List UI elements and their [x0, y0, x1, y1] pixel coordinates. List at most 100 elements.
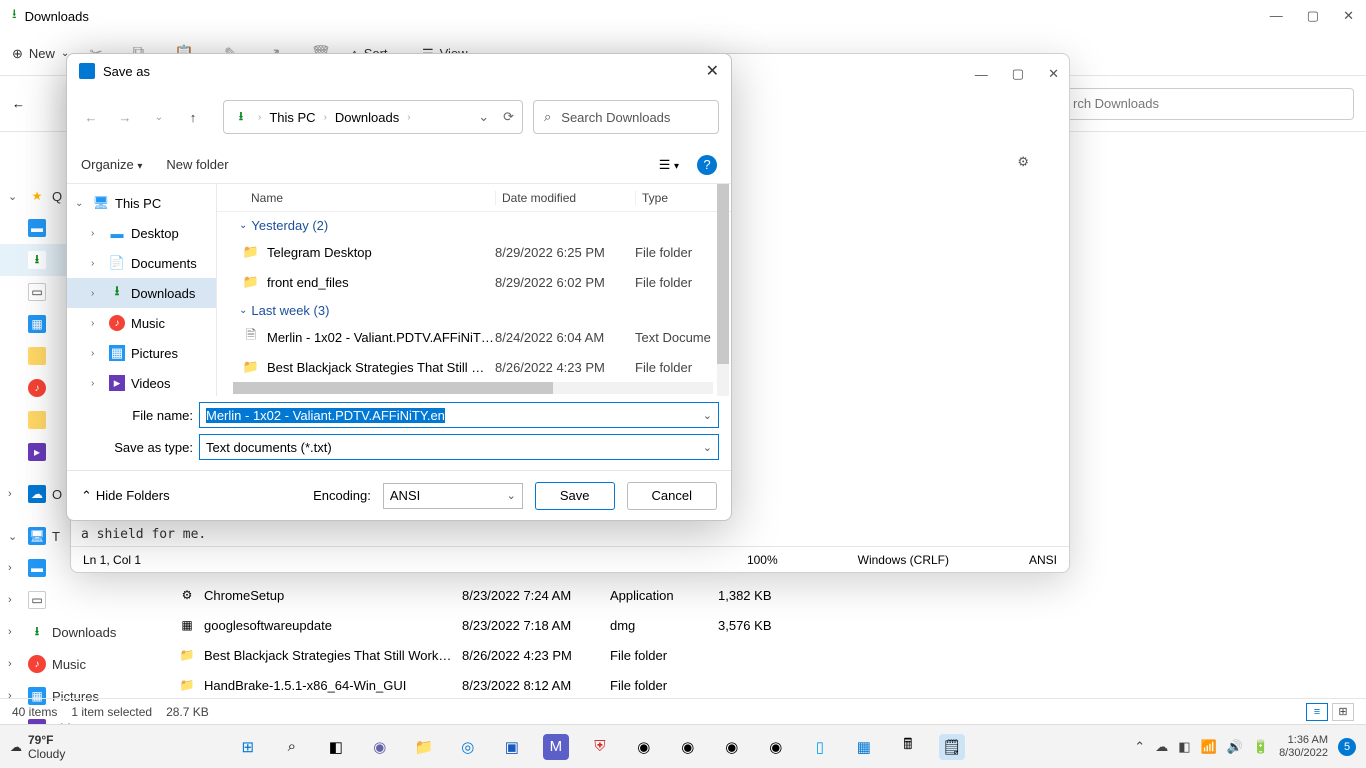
list-item[interactable]: 📁Telegram Desktop8/29/2022 6:25 PMFile f…	[217, 237, 731, 267]
wifi-icon[interactable]: 📶	[1201, 739, 1217, 755]
hide-folders-button[interactable]: ⌃ Hide Folders	[81, 488, 170, 504]
maximize-icon[interactable]: ▢	[1307, 8, 1319, 24]
organize-button[interactable]: Organize ▾	[81, 157, 142, 172]
folder-icon: 📁	[241, 274, 261, 290]
col-type[interactable]: Type	[635, 191, 715, 205]
dialog-tree: ⌄🖥This PC ›▬Desktop ›📄Documents ›⭳Downlo…	[67, 184, 217, 396]
notepad-icon[interactable]: 🗒	[939, 734, 965, 760]
line-ending: Windows (CRLF)	[858, 553, 949, 567]
chrome-icon[interactable]: ◉	[719, 734, 745, 760]
close-icon[interactable]: ✕	[706, 61, 719, 81]
encoding-label: Encoding:	[313, 488, 371, 503]
chevron-down-icon[interactable]: ⌄	[147, 112, 171, 123]
sidebar-item-music[interactable]: ›♪Music	[0, 648, 160, 680]
cloud-icon: ☁	[10, 740, 22, 754]
tree-thispc[interactable]: ⌄🖥This PC	[67, 188, 216, 218]
save-button[interactable]: Save	[535, 482, 615, 510]
battery-icon[interactable]: 🔋	[1253, 739, 1269, 755]
explorer-file-list: ⚙ChromeSetup8/23/2022 7:24 AMApplication…	[170, 580, 1366, 700]
minimize-icon[interactable]: —	[975, 67, 988, 82]
col-date[interactable]: Date modified	[495, 191, 635, 205]
calculator-icon[interactable]: 🖩	[895, 734, 921, 760]
new-button[interactable]: ⊕ New ⌄	[12, 46, 69, 62]
close-icon[interactable]: ✕	[1343, 8, 1354, 24]
breadcrumb-thispc[interactable]: This PC	[269, 110, 315, 125]
sidebar-item-downloads[interactable]: ›⭳Downloads	[0, 616, 160, 648]
meet-icon[interactable]: ◧	[1178, 739, 1190, 755]
tree-pictures[interactable]: ›▦Pictures	[67, 338, 216, 368]
group-header[interactable]: ⌄Last week (3)	[217, 297, 731, 322]
explorer-icon[interactable]: 📁	[411, 734, 437, 760]
notepad-text[interactable]: a shield for me.	[81, 527, 206, 542]
minimize-icon[interactable]: —	[1270, 8, 1283, 24]
volume-icon[interactable]: 🔊	[1227, 739, 1243, 755]
help-icon[interactable]: ?	[697, 155, 717, 175]
chrome-icon[interactable]: ◉	[675, 734, 701, 760]
maximize-icon[interactable]: ▢	[1012, 66, 1024, 82]
file-row[interactable]: 📁HandBrake-1.5.1-x86_64-Win_GUI8/23/2022…	[170, 670, 1366, 700]
settings-icon[interactable]: ⚙	[1017, 154, 1029, 170]
list-item[interactable]: 🗎Merlin - 1x02 - Valiant.PDTV.AFFiNiTY.e…	[217, 322, 731, 352]
taskbar: ☁ 79°F Cloudy ⊞ ⌕ ◧ ◉ 📁 ◎ ▣ M ⛨ ◉ ◉ ◉ ◉ …	[0, 724, 1366, 768]
details-view-icon[interactable]: ≡	[1306, 703, 1328, 721]
new-folder-button[interactable]: New folder	[166, 157, 228, 172]
tree-desktop[interactable]: ›▬Desktop	[67, 218, 216, 248]
horizontal-scrollbar[interactable]	[233, 382, 713, 394]
back-icon[interactable]: ←	[12, 96, 25, 111]
app-icon[interactable]: ▦	[851, 734, 877, 760]
clock[interactable]: 1:36 AM 8/30/2022	[1279, 734, 1328, 760]
mcafee-icon[interactable]: ⛨	[587, 734, 613, 760]
chevron-down-icon: ▾	[137, 161, 142, 172]
list-item[interactable]: 📁Best Blackjack Strategies That Still Wo…	[217, 352, 731, 382]
chevron-down-icon[interactable]: ⌄	[478, 109, 489, 125]
cancel-button[interactable]: Cancel	[627, 482, 717, 510]
app-icon[interactable]: ▯	[807, 734, 833, 760]
breadcrumb-downloads[interactable]: Downloads	[335, 110, 399, 125]
store-icon[interactable]: ▣	[499, 734, 525, 760]
teams-icon[interactable]: ◉	[367, 734, 393, 760]
item-count: 40 items	[12, 705, 57, 719]
forward-icon[interactable]: →	[113, 110, 137, 125]
explorer-title: Downloads	[25, 9, 89, 24]
edge-icon[interactable]: ◎	[455, 734, 481, 760]
search-icon[interactable]: ⌕	[279, 734, 305, 760]
start-icon[interactable]: ⊞	[235, 734, 261, 760]
explorer-search[interactable]: rch Downloads	[1064, 88, 1354, 120]
savetype-field[interactable]: Text documents (*.txt) ⌄	[199, 434, 719, 460]
folder-icon: 📁	[241, 359, 261, 375]
app-icon[interactable]: M	[543, 734, 569, 760]
file-row[interactable]: ▦googlesoftwareupdate8/23/2022 7:18 AMdm…	[170, 610, 1366, 640]
filename-field[interactable]: Merlin - 1x02 - Valiant.PDTV.AFFiNiTY.en…	[199, 402, 719, 428]
list-item[interactable]: 📁front end_files8/29/2022 6:02 PMFile fo…	[217, 267, 731, 297]
up-icon[interactable]: ↑	[181, 110, 205, 125]
file-row[interactable]: 📁Best Blackjack Strategies That Still Wo…	[170, 640, 1366, 670]
chrome-icon[interactable]: ◉	[763, 734, 789, 760]
taskview-icon[interactable]: ◧	[323, 734, 349, 760]
address-bar[interactable]: ⭳ › This PC › Downloads › ⌄ ⟳	[223, 100, 523, 134]
refresh-icon[interactable]: ⟳	[503, 109, 514, 125]
chrome-icon[interactable]: ◉	[631, 734, 657, 760]
col-name[interactable]: Name	[251, 191, 495, 205]
vertical-scrollbar[interactable]	[717, 184, 729, 396]
sidebar-item[interactable]: ›▭	[0, 584, 160, 616]
group-header[interactable]: ⌄Yesterday (2)	[217, 212, 731, 237]
grid-view-icon[interactable]: ⊞	[1332, 703, 1354, 721]
file-row[interactable]: ⚙ChromeSetup8/23/2022 7:24 AMApplication…	[170, 580, 1366, 610]
notepad-icon	[79, 63, 95, 79]
weather-widget[interactable]: ☁ 79°F Cloudy	[10, 733, 65, 761]
close-icon[interactable]: ✕	[1048, 66, 1059, 82]
search-input[interactable]: ⌕ Search Downloads	[533, 100, 719, 134]
chevron-up-icon[interactable]: ⌃	[1134, 739, 1145, 755]
back-icon[interactable]: ←	[79, 110, 103, 125]
tree-videos[interactable]: ›▸Videos	[67, 368, 216, 396]
view-mode-button[interactable]: ☰ ▾	[659, 157, 679, 173]
onedrive-icon[interactable]: ☁	[1155, 739, 1168, 755]
tree-documents[interactable]: ›📄Documents	[67, 248, 216, 278]
notification-badge[interactable]: 5	[1338, 738, 1356, 756]
tree-music[interactable]: ›♪Music	[67, 308, 216, 338]
tree-downloads[interactable]: ›⭳Downloads	[67, 278, 216, 308]
chevron-down-icon[interactable]: ⌄	[703, 441, 712, 454]
encoding-select[interactable]: ANSI ⌄	[383, 483, 523, 509]
chevron-right-icon: ›	[258, 112, 261, 123]
chevron-down-icon[interactable]: ⌄	[703, 409, 712, 422]
